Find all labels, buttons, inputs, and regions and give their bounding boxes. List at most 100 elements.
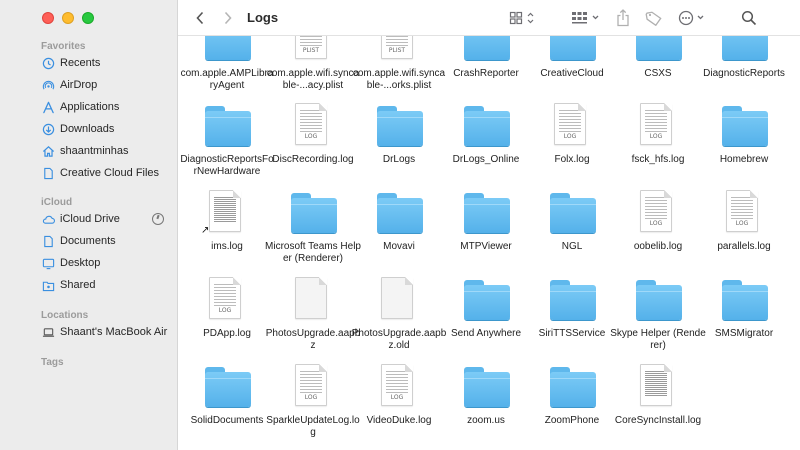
sidebar-item-macbook[interactable]: Shaant's MacBook Air (41, 322, 177, 342)
file-name-label: DiagnosticReportsForNewHardware (180, 154, 274, 177)
sidebar-item-label: Desktop (60, 257, 101, 269)
folder-icon (464, 193, 510, 233)
file-item[interactable]: DiagnosticReportsForNewHardware (180, 100, 274, 180)
folder-icon (205, 106, 251, 146)
file-item[interactable]: Microsoft Teams Helper (Renderer) (265, 187, 361, 267)
file-grid[interactable]: com.apple.AMPLibraryAgent PLIST com.apple.… (178, 36, 800, 450)
file-name-label: SparkleUpdateLog.log (266, 415, 360, 438)
sidebar-item-label: Recents (60, 57, 101, 69)
file-item[interactable]: PhotosUpgrade.aapbz (266, 274, 360, 354)
toolbar: Logs (178, 0, 800, 36)
file-item[interactable]: MTPViewer (442, 187, 530, 267)
file-item[interactable]: LOG oobelib.log (614, 187, 702, 267)
file-name-label: SMSMigrator (714, 328, 774, 339)
file-item[interactable]: Skype Helper (Renderer) (610, 274, 706, 354)
file-item[interactable]: LOG VideoDuke.log (355, 361, 443, 441)
folder-icon (722, 280, 768, 320)
file-item[interactable]: LOG parallels.log (700, 187, 788, 267)
back-button[interactable] (192, 8, 208, 28)
file-item[interactable]: CoreSyncInstall.log (614, 361, 702, 441)
file-type-tag: LOG (304, 133, 318, 140)
file-item[interactable]: Movavi (355, 187, 443, 267)
file-item[interactable]: PLIST com.apple.wifi.syncable-...acy.plis… (267, 36, 359, 94)
sidebar-item-downloads[interactable]: Downloads (41, 119, 171, 139)
file-name-label: DiagnosticReports (703, 68, 785, 79)
share-button[interactable] (614, 8, 632, 28)
shared-folder-icon (41, 278, 55, 292)
file-type-tag: PLIST (302, 47, 320, 54)
view-mode-button[interactable] (508, 8, 538, 28)
file-item[interactable]: SMSMigrator (700, 274, 788, 354)
folder-icon (377, 106, 423, 146)
sidebar-item-applications[interactable]: Applications (41, 97, 171, 117)
folder-icon (550, 193, 596, 233)
file-item[interactable]: SolidDocuments (183, 361, 271, 441)
file-item[interactable]: Homebrew (700, 100, 788, 180)
file-name-label: SiriTTSService (538, 328, 606, 339)
file-name-label: com.apple.wifi.syncable-...orks.plist (352, 68, 446, 91)
file-type-tag: LOG (563, 133, 577, 140)
file-name-label: Folx.log (554, 154, 590, 165)
file-name-label: ZoomPhone (544, 415, 600, 426)
sidebar-item-recents[interactable]: Recents (41, 53, 171, 73)
file-name-label: com.apple.wifi.syncable-...acy.plist (266, 68, 360, 91)
sidebar-item-desktop[interactable]: Desktop (41, 253, 171, 273)
file-item[interactable]: CrashReporter (442, 36, 530, 94)
icloud-sync-status-icon[interactable] (152, 213, 164, 225)
file-item[interactable]: Send Anywhere (442, 274, 530, 354)
sidebar-item-label: Documents (60, 235, 116, 247)
folder-icon (550, 36, 596, 60)
file-name-label: com.apple.AMPLibraryAgent (180, 68, 274, 91)
file-item[interactable]: DiagnosticReports (700, 36, 788, 94)
file-type-tag: LOG (304, 394, 318, 401)
tag-icon (645, 11, 662, 26)
file-name-label: PhotosUpgrade.aapbz.old (351, 328, 447, 351)
sidebar-item-home[interactable]: shaantminhas (41, 141, 171, 161)
zoom-button[interactable] (82, 12, 94, 24)
file-item[interactable]: ZoomPhone (528, 361, 616, 441)
sidebar-item-creative-cloud-files[interactable]: Creative Cloud Files (41, 163, 171, 183)
file-item[interactable]: ↗ ims.log (183, 187, 271, 267)
file-item[interactable]: CreativeCloud (528, 36, 616, 94)
file-name-label: Skype Helper (Renderer) (610, 328, 706, 351)
minimize-button[interactable] (62, 12, 74, 24)
sidebar-item-shared[interactable]: Shared (41, 275, 171, 295)
file-item[interactable]: SiriTTSService (528, 274, 616, 354)
search-button[interactable] (739, 8, 759, 28)
folder-icon (291, 193, 337, 233)
file-item[interactable]: LOG DiscRecording.log (269, 100, 357, 180)
file-item[interactable]: LOG fsck_hfs.log (614, 100, 702, 180)
file-item[interactable]: NGL (528, 187, 616, 267)
file-name-label: DiscRecording.log (272, 154, 354, 165)
sidebar-item-label: AirDrop (60, 79, 98, 91)
sidebar-item-documents[interactable]: Documents (41, 231, 171, 251)
file-name-label: PhotosUpgrade.aapbz (265, 328, 361, 351)
home-icon (41, 144, 55, 158)
tag-button[interactable] (644, 8, 664, 28)
file-type-tag: PLIST (388, 47, 406, 54)
file-item[interactable]: CSXS (614, 36, 702, 94)
tags-section-title: Tags (41, 357, 64, 368)
group-by-button[interactable] (571, 8, 601, 28)
folder-icon (464, 36, 510, 60)
file-item[interactable]: PhotosUpgrade.aapbz.old (352, 274, 446, 354)
file-item[interactable]: PLIST com.apple.wifi.syncable-...orks.pli… (353, 36, 445, 94)
close-button[interactable] (42, 12, 54, 24)
sidebar-item-airdrop[interactable]: AirDrop (41, 75, 171, 95)
more-actions-button[interactable] (678, 8, 708, 28)
file-item[interactable]: zoom.us (442, 361, 530, 441)
folder-icon (464, 280, 510, 320)
file-item[interactable]: LOG Folx.log (528, 100, 616, 180)
file-item[interactable]: DrLogs_Online (442, 100, 530, 180)
icon-grid-icon (509, 11, 534, 25)
file-item[interactable]: LOG PDApp.log (183, 274, 271, 354)
file-item[interactable]: com.apple.AMPLibraryAgent (181, 36, 273, 94)
file-item[interactable]: DrLogs (355, 100, 443, 180)
forward-button[interactable] (220, 8, 236, 28)
file-item[interactable]: LOG SparkleUpdateLog.log (266, 361, 360, 441)
file-name-label: VideoDuke.log (366, 415, 432, 426)
file-name-label: oobelib.log (633, 241, 683, 252)
sidebar-item-label: shaantminhas (60, 145, 129, 157)
text-document-icon: PLIST (295, 36, 327, 59)
search-icon (741, 10, 757, 26)
